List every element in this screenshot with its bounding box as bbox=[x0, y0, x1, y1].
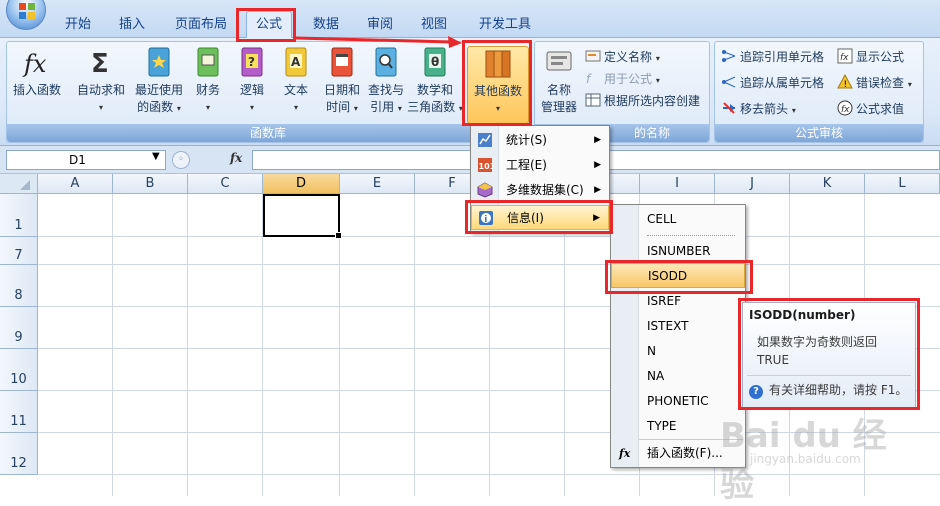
column-header-b[interactable]: B bbox=[113, 174, 188, 194]
function-library-label: 函数库 bbox=[7, 124, 529, 142]
tooltip-title: ISODD(number) bbox=[749, 308, 856, 322]
svg-text:fx: fx bbox=[841, 105, 850, 115]
function-item-istext[interactable]: ISTEXT bbox=[611, 314, 745, 339]
menu-partial-divider bbox=[647, 235, 735, 237]
column-header-d[interactable]: D bbox=[263, 174, 340, 194]
selected-cell-d1[interactable] bbox=[263, 194, 342, 239]
grid-col-line bbox=[414, 194, 415, 496]
chevron-down-icon: ▾ bbox=[907, 80, 912, 89]
column-header-a[interactable]: A bbox=[38, 174, 113, 194]
function-item-isodd[interactable]: ISODD bbox=[611, 263, 745, 288]
column-header-c[interactable]: C bbox=[188, 174, 263, 194]
column-header-l[interactable]: L bbox=[865, 174, 940, 194]
function-item-n[interactable]: N bbox=[611, 339, 745, 364]
grid-col-line bbox=[187, 194, 188, 496]
insert-function-fx-icon[interactable]: fx bbox=[230, 151, 242, 165]
cube-icon bbox=[477, 182, 493, 198]
info-icon: i bbox=[479, 211, 493, 225]
engineering-icon: 101 bbox=[478, 158, 494, 172]
select-all-icon bbox=[20, 180, 30, 190]
submenu-arrow-icon: ▶ bbox=[594, 135, 601, 145]
row-header-10[interactable]: 10 bbox=[0, 349, 38, 391]
chevron-down-icon: ▾ bbox=[397, 104, 402, 113]
function-item-isref[interactable]: ISREF bbox=[611, 289, 745, 314]
row-header-11[interactable]: 11 bbox=[0, 391, 38, 433]
function-item-isnumber[interactable]: ISNUMBER bbox=[611, 239, 745, 264]
create-from-selection-icon bbox=[585, 93, 601, 107]
column-header-k[interactable]: K bbox=[790, 174, 865, 194]
menu-item-cube[interactable]: 多维数据集(C) ▶ bbox=[471, 178, 609, 203]
chevron-down-icon: ▾ bbox=[458, 104, 463, 113]
use-in-formula-button[interactable]: f 用于公式 ▾ bbox=[585, 68, 660, 90]
fx-icon: fx bbox=[619, 447, 631, 460]
use-in-formula-icon: f bbox=[586, 72, 592, 86]
menu-item-engineering[interactable]: 101 工程(E) ▶ bbox=[471, 153, 609, 178]
svg-text:i: i bbox=[484, 215, 487, 225]
grid-col-line bbox=[564, 194, 565, 496]
watermark: Bai du 经验 jingyan.baidu.com bbox=[720, 402, 920, 505]
evaluate-formula-icon: fx bbox=[837, 100, 853, 116]
watermark-url: jingyan.baidu.com bbox=[750, 452, 861, 466]
create-from-selection-button[interactable]: 根据所选内容创建 bbox=[585, 90, 700, 112]
stats-icon bbox=[478, 133, 492, 147]
chevron-down-icon: ▾ bbox=[176, 104, 181, 113]
function-item-na[interactable]: NA bbox=[611, 364, 745, 389]
chevron-down-icon: ▾ bbox=[293, 103, 298, 112]
grid-col-line bbox=[489, 194, 490, 496]
annotation-arrow-icon bbox=[295, 36, 462, 48]
submenu-arrow-icon: ▶ bbox=[593, 213, 600, 223]
chevron-down-icon: ▾ bbox=[353, 104, 358, 113]
name-box-dropdown-icon[interactable]: ▼ bbox=[152, 151, 160, 162]
row-header-12[interactable]: 12 bbox=[0, 433, 38, 475]
tooltip-separator bbox=[747, 375, 911, 376]
trace-dependents-button[interactable]: 追踪从属单元格 bbox=[721, 72, 824, 94]
submenu-arrow-icon: ▶ bbox=[594, 160, 601, 170]
svg-text:101: 101 bbox=[479, 162, 494, 171]
formula-auditing-label: 公式审核 bbox=[715, 124, 923, 142]
menu-item-information[interactable]: i 信息(I) ▶ bbox=[471, 205, 609, 230]
evaluate-formula-button[interactable]: fx 公式求值 bbox=[837, 98, 904, 120]
svg-text:f: f bbox=[586, 72, 592, 86]
grid-col-line bbox=[262, 194, 263, 496]
row-header-8[interactable]: 8 bbox=[0, 265, 38, 307]
svg-text:!: ! bbox=[844, 80, 848, 90]
chevron-down-icon: ▾ bbox=[791, 106, 796, 115]
chevron-down-icon: ▾ bbox=[98, 103, 103, 112]
column-header-i[interactable]: I bbox=[640, 174, 715, 194]
trace-dependents-icon bbox=[722, 76, 736, 88]
chevron-down-icon: ▾ bbox=[495, 104, 500, 113]
select-all-corner[interactable] bbox=[0, 174, 38, 194]
row-header-9[interactable]: 9 bbox=[0, 307, 38, 349]
more-functions-menu: 统计(S) ▶ 101 工程(E) ▶ 多维数据集(C) ▶ i 信息(I) ▶ bbox=[470, 125, 610, 233]
error-checking-icon: ! bbox=[837, 74, 853, 90]
tooltip-help: ? 有关详细帮助，请按 F1。 bbox=[749, 381, 907, 399]
row-header-1[interactable]: 1 bbox=[0, 194, 38, 237]
expand-circle-icon[interactable]: ◦ bbox=[172, 151, 190, 169]
error-checking-button[interactable]: ! 错误检查 ▾ bbox=[837, 72, 912, 94]
grid-col-line bbox=[339, 194, 340, 496]
function-item-cell[interactable]: CELL bbox=[611, 207, 745, 232]
chevron-down-icon: ▾ bbox=[205, 103, 210, 112]
column-header-j[interactable]: J bbox=[715, 174, 790, 194]
help-icon: ? bbox=[749, 385, 763, 399]
function-tooltip: ISODD(number) 如果数字为奇数则返回 TRUE ? 有关详细帮助，请按… bbox=[742, 302, 916, 408]
name-box[interactable]: D1 bbox=[6, 150, 166, 170]
chevron-down-icon: ▾ bbox=[655, 76, 660, 85]
row-header-7[interactable]: 7 bbox=[0, 237, 38, 265]
grid-col-line bbox=[112, 194, 113, 496]
submenu-arrow-icon: ▶ bbox=[594, 185, 601, 195]
chevron-down-icon: ▾ bbox=[249, 103, 254, 112]
remove-arrows-button[interactable]: 移去箭头 ▾ bbox=[721, 98, 796, 120]
tooltip-description: 如果数字为奇数则返回 TRUE bbox=[757, 335, 878, 367]
column-header-e[interactable]: E bbox=[340, 174, 415, 194]
remove-arrows-icon bbox=[723, 102, 735, 114]
menu-item-statistical[interactable]: 统计(S) ▶ bbox=[471, 128, 609, 153]
